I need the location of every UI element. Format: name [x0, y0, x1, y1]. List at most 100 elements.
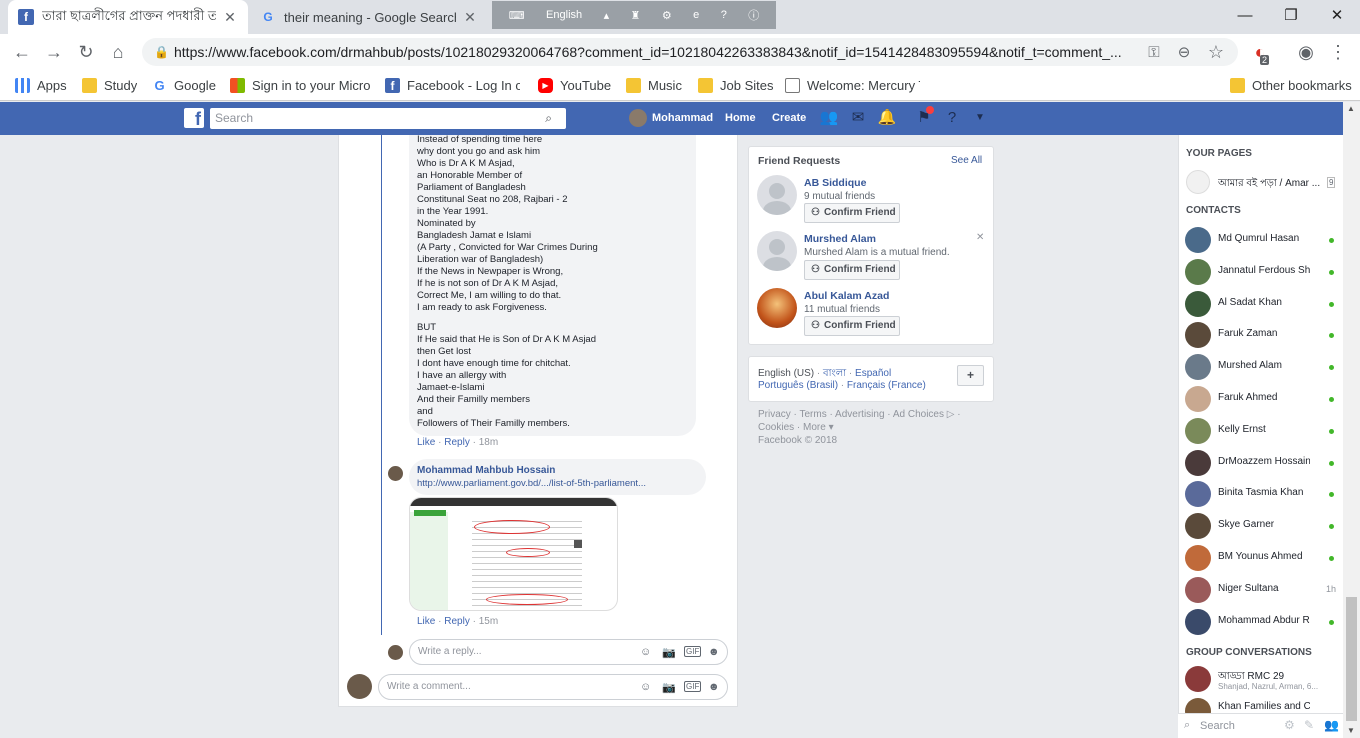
help-icon[interactable]: ?: [942, 109, 962, 127]
chess-icon[interactable]: ♜: [631, 9, 641, 22]
like-link[interactable]: Like: [417, 437, 435, 448]
friend-request-name[interactable]: Abul Kalam Azad: [804, 290, 889, 302]
menu-icon[interactable]: ⋮: [1326, 40, 1350, 64]
zoom-icon[interactable]: ⊖: [1172, 40, 1196, 64]
like-link[interactable]: Like: [417, 616, 435, 627]
language-link[interactable]: Español: [855, 368, 891, 379]
bookmark-microsoft[interactable]: Sign in to your Micro: [230, 76, 370, 94]
sticker-icon[interactable]: ☻: [708, 646, 720, 658]
camera-icon[interactable]: 📷: [662, 646, 676, 659]
contact-item[interactable]: Jannatul Ferdous Sh...: [1184, 257, 1338, 287]
reply-link[interactable]: Reply: [444, 616, 470, 627]
key-icon[interactable]: ⚿: [1142, 40, 1166, 64]
language-link[interactable]: Français (France): [847, 380, 926, 391]
contact-item[interactable]: Skye Garner: [1184, 511, 1338, 541]
keyboard-icon[interactable]: ⌨: [509, 9, 525, 22]
camera-icon[interactable]: 📷: [662, 681, 676, 694]
confirm-friend-button[interactable]: ⚇ Confirm Friend: [804, 260, 900, 280]
chat-search-bar[interactable]: ⌕ Search ⚙ ✎ 👥: [1178, 713, 1343, 738]
home-link[interactable]: Home: [725, 112, 756, 124]
page-name[interactable]: আমার বই পড়া / Amar ...: [1218, 176, 1324, 193]
sticker-icon[interactable]: ☻: [708, 681, 720, 693]
close-window-icon[interactable]: ✕: [1314, 0, 1360, 30]
page-avatar[interactable]: [1186, 170, 1210, 194]
friend-request-name[interactable]: Murshed Alam: [804, 233, 876, 245]
bookmark-job-sites[interactable]: Job Sites: [698, 76, 773, 94]
chevron-down-icon[interactable]: ▼: [970, 109, 990, 127]
confirm-friend-button[interactable]: ⚇ Confirm Friend: [804, 316, 900, 336]
avatar[interactable]: [757, 288, 797, 328]
contact-item[interactable]: Md Qumrul Hasan: [1184, 225, 1338, 255]
see-all-link[interactable]: See All: [951, 155, 982, 166]
contact-item[interactable]: Binita Tasmia Khan: [1184, 479, 1338, 509]
settings-icon[interactable]: ⚙: [662, 9, 672, 22]
language-link[interactable]: Português (Brasil): [758, 380, 838, 391]
avatar[interactable]: [629, 109, 647, 127]
facebook-search-input[interactable]: Search ⌕: [210, 108, 566, 129]
edge-icon[interactable]: e: [693, 9, 699, 21]
minimize-icon[interactable]: —: [1222, 0, 1268, 30]
bookmark-mercury[interactable]: Welcome: Mercury To: [785, 76, 920, 94]
contact-item[interactable]: Murshed Alam: [1184, 352, 1338, 382]
reply-link[interactable]: Reply: [444, 437, 470, 448]
star-icon[interactable]: ☆: [1204, 40, 1228, 64]
contact-item[interactable]: Mohammad Abdur R...: [1184, 607, 1338, 637]
back-icon[interactable]: ←: [10, 40, 34, 64]
address-bar[interactable]: 🔒 https://www.facebook.com/drmahbub/post…: [142, 38, 1238, 66]
profile-link[interactable]: Mohammad: [652, 112, 713, 124]
avatar[interactable]: [757, 175, 797, 215]
search-icon[interactable]: ⌕: [545, 108, 552, 129]
notifications-icon[interactable]: 🔔: [877, 109, 897, 127]
contact-item[interactable]: Kelly Ernst: [1184, 416, 1338, 446]
bookmark-other[interactable]: Other bookmarks: [1230, 76, 1352, 94]
group-conversation-item[interactable]: আড্ডা RMC 29 Shanjad, Nazrul, Arman, 6..…: [1184, 664, 1338, 694]
reply-link-url[interactable]: http://www.parliament.gov.bd/.../list-of…: [417, 478, 646, 489]
scroll-up-arrow-icon[interactable]: ▲: [1347, 104, 1355, 113]
contact-item[interactable]: DrMoazzem Hossain ...: [1184, 448, 1338, 478]
bookmark-apps[interactable]: Apps: [15, 76, 67, 94]
hat-icon[interactable]: ▴: [604, 9, 610, 22]
facebook-logo-icon[interactable]: f: [184, 108, 204, 129]
group-chat-icon[interactable]: 👥: [1324, 718, 1339, 732]
bookmark-study[interactable]: Study: [82, 76, 137, 94]
gif-icon[interactable]: GIF: [684, 681, 702, 692]
emoji-icon[interactable]: ☺: [640, 681, 651, 693]
messenger-icon[interactable]: ✉: [848, 109, 868, 127]
gif-icon[interactable]: GIF: [684, 646, 702, 657]
bookmark-youtube[interactable]: ▶ YouTube: [538, 76, 611, 94]
reply-input[interactable]: Write a reply...: [409, 639, 728, 665]
contact-item[interactable]: Faruk Zaman: [1184, 320, 1338, 350]
tab-google-search[interactable]: G their meaning - Google Search ✕: [250, 0, 488, 34]
emoji-icon[interactable]: ☺: [640, 646, 651, 658]
footer-links[interactable]: Cookies · More ▾: [758, 422, 834, 433]
friend-request-name[interactable]: AB Siddique: [804, 177, 866, 189]
scroll-down-arrow-icon[interactable]: ▼: [1347, 726, 1355, 735]
home-icon[interactable]: ⌂: [106, 40, 130, 64]
language-link[interactable]: বাংলা: [823, 368, 846, 379]
dismiss-icon[interactable]: ✕: [976, 232, 984, 243]
language-label[interactable]: English: [546, 9, 582, 21]
bookmark-facebook[interactable]: f Facebook - Log In or: [385, 76, 520, 94]
confirm-friend-button[interactable]: ⚇ Confirm Friend: [804, 203, 900, 223]
close-tab-icon[interactable]: ✕: [222, 9, 238, 26]
contact-item[interactable]: BM Younus Ahmed: [1184, 543, 1338, 573]
help-icon[interactable]: ?: [721, 9, 727, 21]
reload-icon[interactable]: ↻: [74, 40, 98, 64]
reply-author[interactable]: Mohammad Mahbub Hossain: [417, 465, 555, 476]
contact-item[interactable]: Faruk Ahmed: [1184, 384, 1338, 414]
bookmark-google[interactable]: G Google: [152, 76, 215, 94]
footer-links[interactable]: Privacy · Terms · Advertising · Ad Choic…: [758, 409, 961, 420]
bookmark-music[interactable]: Music: [626, 76, 682, 94]
contact-item[interactable]: Al Sadat Khan: [1184, 289, 1338, 319]
forward-icon[interactable]: →: [42, 40, 66, 64]
avatar[interactable]: [757, 231, 797, 271]
friend-requests-icon[interactable]: 👥: [819, 109, 839, 127]
create-link[interactable]: Create: [772, 112, 806, 124]
info-icon[interactable]: ⓘ: [748, 7, 759, 23]
group-conversation-item[interactable]: Khan Families and Co: [1184, 696, 1338, 713]
close-tab-icon[interactable]: ✕: [462, 9, 478, 26]
profile-icon[interactable]: ◉: [1294, 40, 1318, 64]
restore-icon[interactable]: ❐: [1268, 0, 1314, 30]
compose-icon[interactable]: ✎: [1304, 718, 1314, 732]
add-language-button[interactable]: +: [957, 365, 984, 386]
